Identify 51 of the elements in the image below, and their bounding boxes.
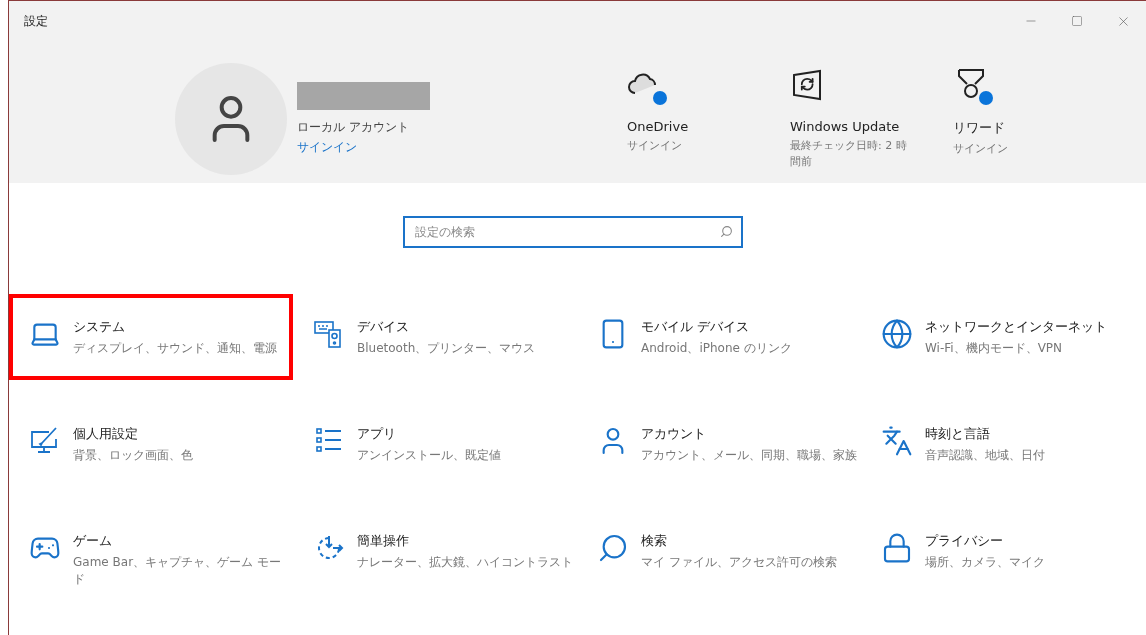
category-tile[interactable]: ネットワークとインターネット Wi-Fi、機内モード、VPN	[861, 294, 1145, 380]
category-tile[interactable]: モバイル デバイス Android、iPhone のリンク	[577, 294, 861, 380]
category-description: 背景、ロック画面、色	[73, 447, 194, 464]
category-description: アンインストール、既定値	[357, 447, 502, 464]
category-tile[interactable]: アカウント アカウント、メール、同期、職場、家族	[577, 401, 861, 487]
category-title: アカウント	[641, 425, 707, 443]
category-description: 場所、カメラ、マイク	[925, 554, 1046, 571]
category-description: Bluetooth、プリンター、マウス	[357, 340, 537, 357]
category-title: 個人用設定	[73, 425, 139, 443]
service-status: 最終チェック日時: 2 時間前	[790, 138, 908, 170]
category-description: アカウント、メール、同期、職場、家族	[641, 447, 857, 464]
category-tile[interactable]: 時刻と言語 音声認識、地域、日付	[861, 401, 1145, 487]
category-title: ネットワークとインターネット	[925, 318, 1108, 336]
category-description: ナレーター、拡大鏡、ハイコントラスト	[357, 554, 573, 571]
search-field[interactable]: 設定の検索	[402, 216, 743, 248]
category-tile[interactable]: アプリ アンインストール、既定値	[293, 401, 577, 487]
category-description: Android、iPhone のリンク	[641, 340, 793, 357]
account-type: ローカル アカウント	[297, 119, 410, 136]
category-description: 音声認識、地域、日付	[925, 447, 1046, 464]
category-description: ディスプレイ、サウンド、通知、電源	[73, 340, 278, 357]
category-tile[interactable]: デバイス Bluetooth、プリンター、マウス	[293, 294, 577, 380]
service-name[interactable]: Windows Update	[790, 119, 953, 134]
category-title: デバイス	[357, 318, 410, 336]
category-title: モバイル デバイス	[641, 318, 751, 336]
category-title: ゲーム	[73, 532, 113, 550]
category-title: 検索	[641, 532, 668, 550]
category-tile[interactable]: ゲーム Game Bar、キャプチャ、ゲーム モード	[9, 508, 293, 594]
category-description: Wi-Fi、機内モード、VPN	[925, 340, 1064, 357]
category-tile[interactable]: システム ディスプレイ、サウンド、通知、電源	[9, 294, 293, 380]
window-title: 設定	[24, 12, 48, 30]
category-title: アプリ	[357, 425, 397, 443]
category-title: プライバシー	[925, 532, 1004, 550]
globe-icon	[881, 318, 913, 350]
category-description: マイ ファイル、アクセス許可の検索	[641, 554, 838, 571]
lock-icon	[881, 532, 913, 564]
maximize-icon	[1071, 15, 1083, 27]
category-title: 簡単操作	[357, 532, 410, 550]
search-icon	[597, 532, 629, 564]
category-title: 時刻と言語	[925, 425, 991, 443]
category-tile[interactable]: 簡単操作 ナレーター、拡大鏡、ハイコントラスト	[293, 508, 577, 594]
service-name[interactable]: OneDrive	[627, 119, 790, 134]
category-tile[interactable]: 個人用設定 背景、ロック画面、色	[9, 401, 293, 487]
search-icon	[719, 225, 733, 238]
sign-in-link[interactable]: サインイン	[297, 139, 627, 156]
service-status: サインイン	[953, 141, 1009, 157]
category-description: Game Bar、キャプチャ、ゲーム モード	[73, 554, 282, 588]
service-status: サインイン	[627, 138, 683, 154]
category-tile[interactable]: プライバシー 場所、カメラ、マイク	[861, 508, 1145, 594]
category-title: システム	[73, 318, 126, 336]
service-name[interactable]: リワード	[953, 119, 1116, 137]
category-tile[interactable]: 検索 マイ ファイル、アクセス許可の検索	[577, 508, 861, 594]
